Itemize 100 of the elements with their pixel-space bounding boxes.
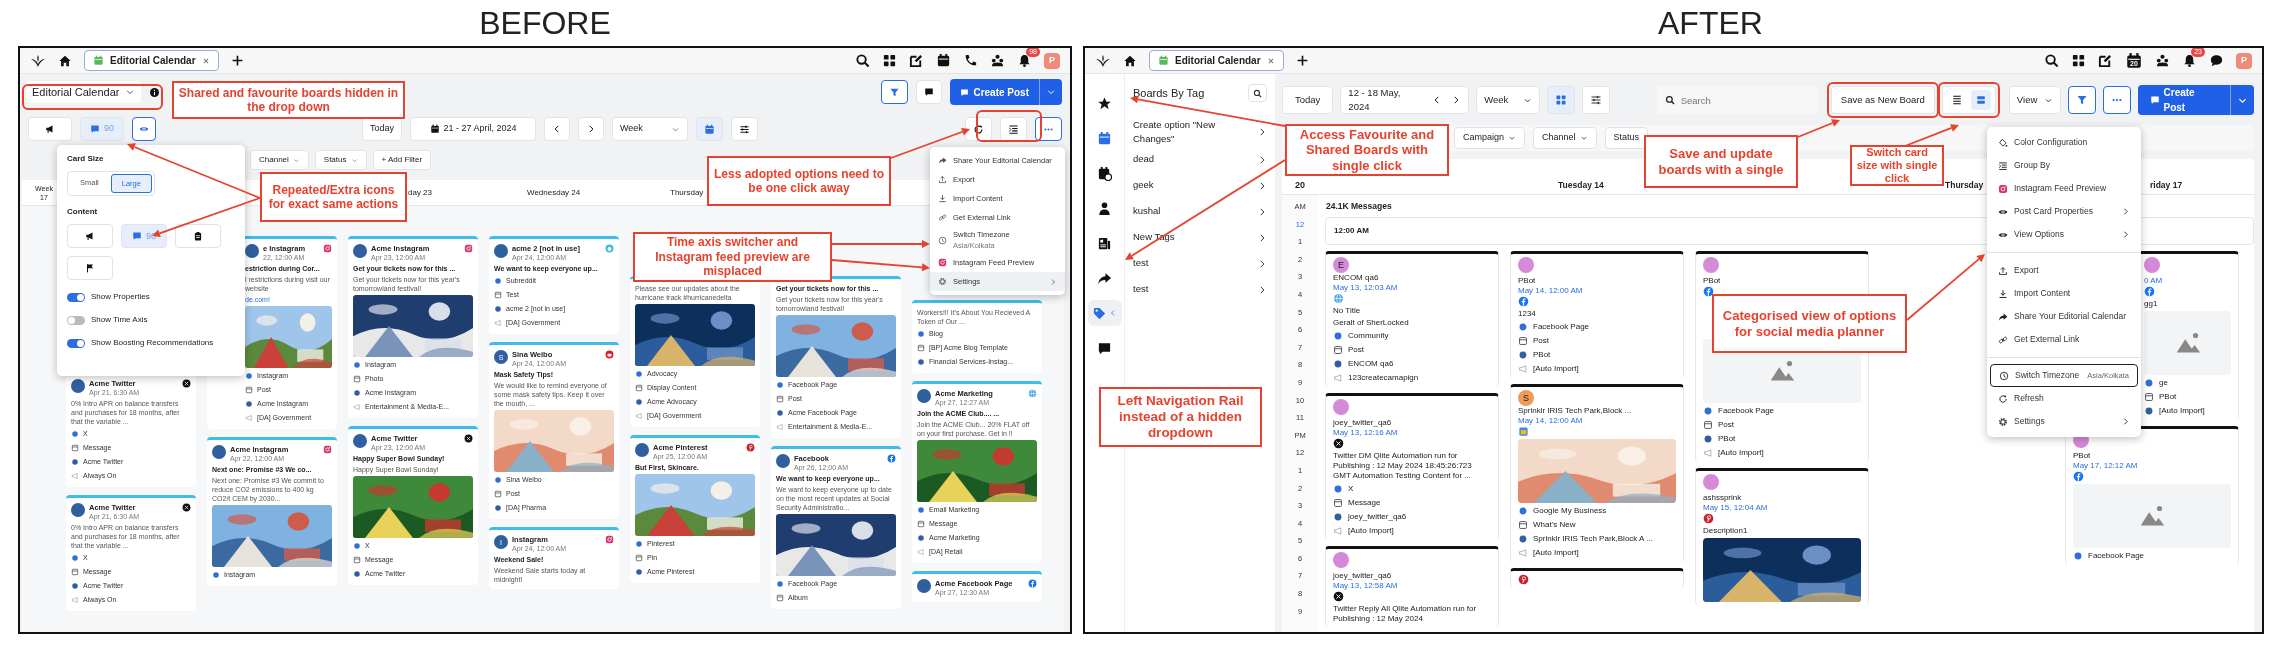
annotation: Less adopted options need to be one click away	[707, 156, 891, 206]
toggle-label: Show Properties	[91, 291, 150, 304]
date-range-picker[interactable]: 12 - 18 May, 2024	[1340, 86, 1470, 114]
tab[interactable]: Editorial Calendar	[1149, 50, 1284, 71]
search-field[interactable]: Search	[1656, 86, 1817, 114]
menu-item[interactable]: View Options	[1990, 223, 2138, 246]
property-label: What's New	[1533, 518, 1576, 531]
property-label: Google My Business	[1533, 504, 1607, 517]
filter-chip[interactable]: Campaign	[1454, 127, 1526, 149]
annotation: Access Favourite and Shared Boards with single click	[1285, 124, 1449, 176]
view-dropdown[interactable]: Week	[612, 117, 689, 141]
post-text: Geralt of SherLocked	[1333, 317, 1410, 328]
annotation: Categorised view of options for social media planner	[1712, 294, 1907, 353]
post-card[interactable]: E ENCOM qa6 May 13, 12:03 AM No Title Geralt of SherLocked Community Post ENCOM qa6 123createcamapign	[1325, 250, 1499, 387]
property-label: PBot	[1718, 432, 1736, 445]
day-header: Thursday	[1945, 179, 1984, 192]
property-label: Facebook Page	[2088, 549, 2145, 562]
create-post-button[interactable]: Create Post	[2137, 85, 2254, 115]
property-label: 123createcamapign	[1348, 371, 1419, 384]
create-post-button[interactable]: Create Post	[950, 79, 1062, 105]
post-time: May 14, 12:00 AM	[1518, 415, 1584, 426]
account-name: PBot	[1703, 275, 1722, 286]
menu-item[interactable]: Color Configuration	[1990, 131, 2138, 154]
account-name: joey_twitter_qa6	[1333, 570, 1393, 581]
heading: AFTER	[1658, 7, 1763, 39]
account-name: joey_twitter_qa6	[1333, 417, 1393, 428]
day-header: Wednesday 24	[527, 186, 581, 199]
property-label: Post	[1718, 418, 1734, 431]
avatar: S	[1518, 389, 1534, 406]
day-header: riday 17	[2150, 179, 2183, 192]
sidebar-item[interactable]: test	[1133, 276, 1267, 303]
post-time: May 14, 12:00 AM	[1518, 285, 1584, 296]
post-card[interactable]: PBot May 14, 12:00 AM 1234 Facebook Page Post PBot [Auto Import]	[1510, 250, 1684, 378]
property-label: Facebook Page	[1533, 320, 1590, 333]
sidebar-item[interactable]: kushal	[1133, 198, 1267, 225]
post-time: May 17, 12:12 AM	[2073, 460, 2139, 471]
post-card[interactable]: ashssprink May 15, 12:04 AM Description1	[1695, 467, 1869, 605]
day-header: day 23	[408, 186, 433, 199]
post-card[interactable]: PBot May 17, 12:12 AM Facebook Page	[2065, 425, 2239, 565]
filter-chip[interactable]: Channel	[250, 150, 309, 170]
account-name: PBot	[2073, 450, 2092, 461]
account-name: ENCOM qa6	[1333, 272, 1380, 283]
menu-item[interactable]: Group By	[1990, 154, 2138, 177]
account-name: ashssprink	[1703, 492, 1743, 503]
post-time: 0 AM	[2144, 275, 2164, 286]
annotation: Shared and favourite boards hidden in the drop down	[172, 81, 405, 119]
menu-item[interactable]: Instagram Feed Preview	[1990, 177, 2138, 200]
sidebar-item[interactable]: Create option "New Changes"	[1133, 118, 1267, 147]
post-time: May 13, 12:58 AM	[1333, 580, 1399, 591]
tab[interactable]: Editorial Calendar	[84, 50, 219, 71]
post-card[interactable]: S Sprinklr IRIS Tech Park,Block ... May 14, 12:00 AM Google My Business What's New Sprinklr IRIS Tech Park,Block A ... [Auto Import]	[1510, 383, 1684, 562]
week-number: 20	[1294, 178, 1306, 192]
section-label: Content	[67, 206, 99, 219]
filter-chip[interactable]: Status	[1604, 127, 1649, 149]
property-label: ENCOM qa6	[1348, 357, 1394, 370]
property-label: Post	[1348, 343, 1364, 356]
property-label: X	[1348, 482, 1354, 495]
toggle-label: Show Time Axis	[91, 314, 148, 327]
view-menu-button[interactable]: View	[2008, 86, 2061, 114]
property-label: PBot	[1533, 348, 1551, 361]
post-time: May 15, 12:04 AM	[1703, 502, 1769, 513]
post-title: No Title	[1333, 305, 1362, 316]
account-name: Sprinklr IRIS Tech Park,Block ...	[1518, 405, 1633, 416]
annotation: Switch card size with single click	[1850, 145, 1944, 186]
post-time: May 13, 12:16 AM	[1333, 427, 1399, 438]
sidebar-item[interactable]: dead	[1133, 146, 1267, 173]
annotation: Save and update boards with a single	[1644, 135, 1798, 188]
property-label: [Auto Import]	[1533, 362, 1579, 375]
date-range-picker[interactable]: 21 - 27 April, 2024	[410, 117, 537, 141]
post-text: Twitter DM Qlite Automation run for Publishing : 12 May 2024 18:45:26:723 GMT Automation Testing Content for ...	[1333, 450, 1473, 481]
property-label: Community	[1348, 329, 1389, 342]
message-count: 24.1K Messages	[1326, 200, 1392, 213]
property-label: Sprinklr IRIS Tech Park,Block A ...	[1533, 532, 1653, 545]
property-label: Facebook Page	[1718, 404, 1775, 417]
property-label: ge	[2159, 376, 2168, 389]
today-button[interactable]: Today	[1282, 86, 1334, 114]
property-label: [Auto Import]	[1533, 546, 1579, 559]
post-text: Twitter Reply All Qlite Automation run for Publishing : 12 May 2024	[1333, 603, 1478, 624]
post-text: gg1	[2144, 298, 2159, 309]
filter-chip[interactable]: Channel	[1533, 127, 1597, 149]
property-label: [Auto Import]	[1718, 446, 1764, 459]
filter-chip[interactable]: Status	[314, 150, 367, 170]
view-dropdown[interactable]: Week	[1476, 86, 1540, 114]
menu-item[interactable]: Post Card Properties	[1990, 200, 2138, 223]
post-card[interactable]: joey_twitter_qa6 May 13, 12:58 AM Twitter Reply All Qlite Automation run for Publishing : 12 May 2024	[1325, 545, 1499, 627]
property-label: Message	[1348, 496, 1381, 509]
sidebar-item[interactable]: geek	[1133, 172, 1267, 199]
board-selector[interactable]: Editorial Calendar	[26, 81, 142, 103]
today-button[interactable]: Today	[362, 117, 403, 141]
all-day-time: 12:00 AM	[1334, 224, 1369, 237]
post-text: 1234	[1518, 308, 1537, 319]
annotation: Left Navigation Rail instead of a hidden dropdown	[1099, 387, 1262, 447]
avatar: E	[1333, 256, 1349, 273]
annotation: Repeated/Extra icons for exact same actions	[260, 172, 407, 222]
sidebar-item[interactable]: test	[1133, 250, 1267, 277]
filter-chip[interactable]: + Add Filter	[372, 150, 432, 170]
post-card[interactable]: joey_twitter_qa6 May 13, 12:16 AM Twitter DM Qlite Automation run for Publishing : 12 May 2024 18:45:26:723 GMT Automation Testing Content for ... X Message joey_twitter_qa6 [Auto Import]	[1325, 392, 1499, 540]
annotation: Time axis switcher and Instagram feed preview are misplaced	[633, 232, 832, 282]
save-board-button[interactable]: Save as New Board	[1830, 86, 1935, 114]
property-label: [Auto Import]	[2159, 404, 2205, 417]
